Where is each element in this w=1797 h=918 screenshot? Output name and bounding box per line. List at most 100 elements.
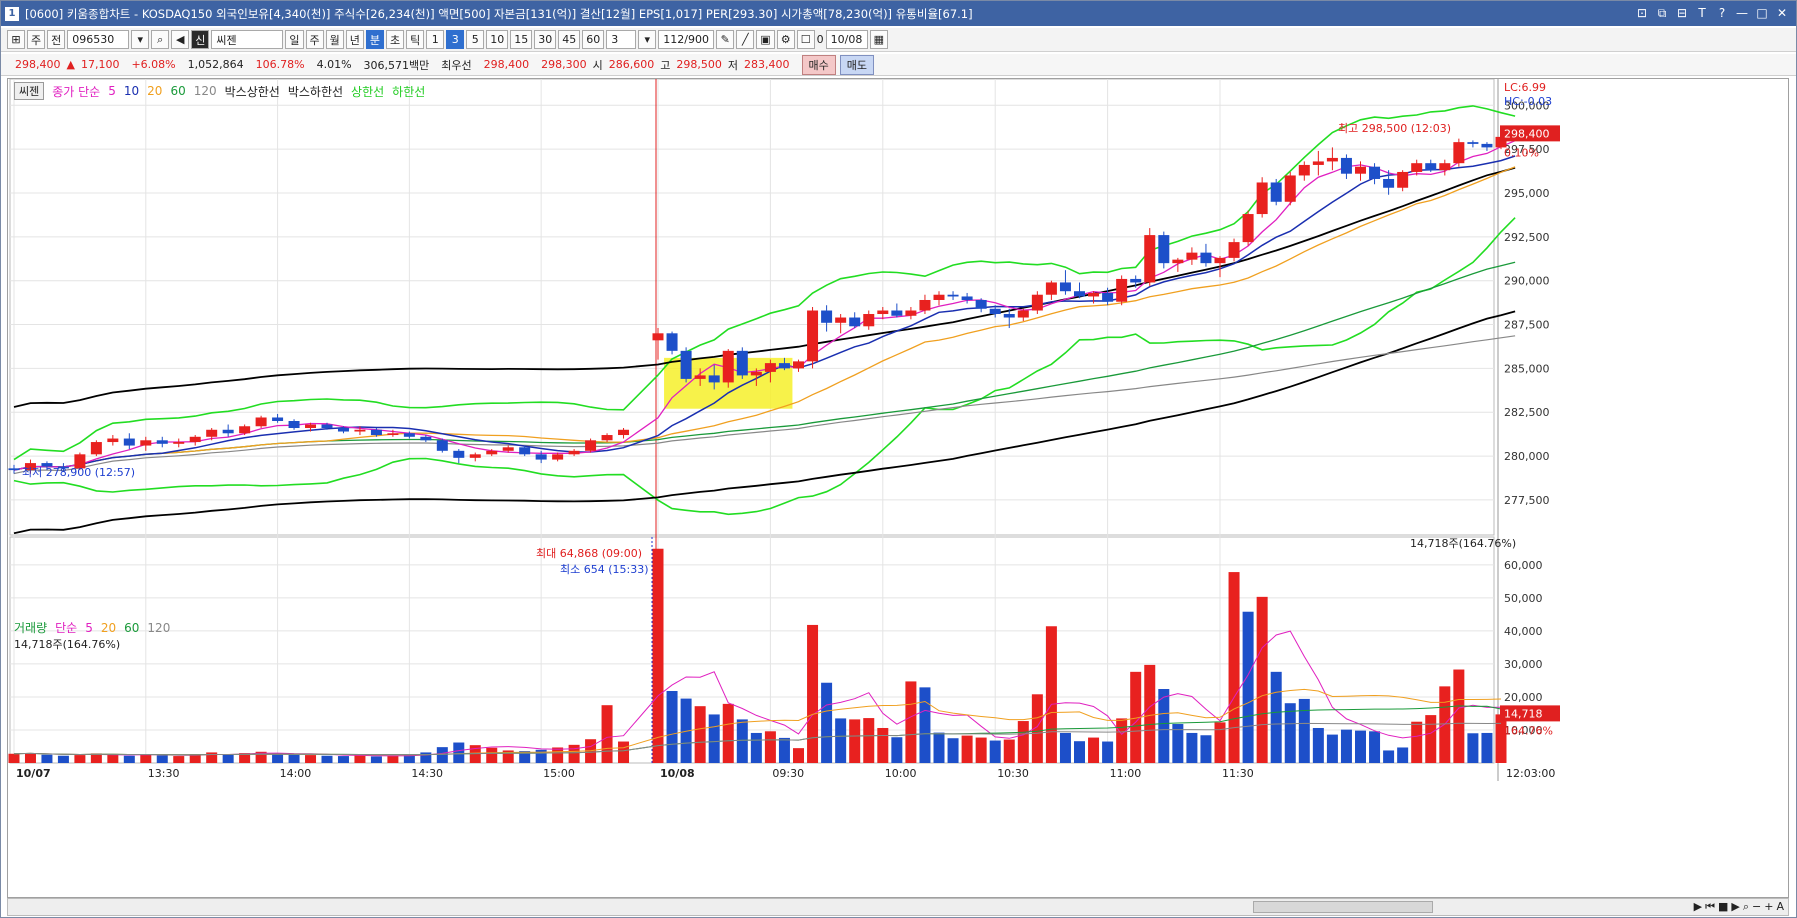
search-icon[interactable]: ⌕ — [151, 30, 170, 49]
open-label: 시 — [592, 58, 603, 72]
interval-60-button[interactable]: 60 — [582, 30, 605, 49]
volume-tick-label: 60,000 — [1504, 559, 1543, 572]
box-upper-label[interactable]: 박스상한선 — [225, 83, 280, 100]
interval-5-button[interactable]: 5 — [466, 30, 485, 49]
code-dropdown-icon[interactable]: ▾ — [131, 30, 150, 49]
period-month-button[interactable]: 월 — [325, 30, 344, 49]
interval-10-button[interactable]: 10 — [486, 30, 509, 49]
candle-body — [321, 424, 333, 429]
volume-bar — [1340, 729, 1352, 763]
period-year-button[interactable]: 년 — [345, 30, 364, 49]
close-button[interactable]: ✕ — [1774, 5, 1790, 21]
period-tick-button[interactable]: 틱 — [406, 30, 425, 49]
volume-bar — [387, 755, 399, 763]
help-icon[interactable]: ? — [1714, 5, 1730, 21]
period-day-button[interactable]: 일 — [285, 30, 304, 49]
volume-bar — [736, 719, 748, 763]
draw-icon[interactable]: ╱ — [736, 30, 755, 49]
link-icon[interactable]: ⊡ — [1634, 5, 1650, 21]
vol-ma-label[interactable]: 단순 — [55, 619, 77, 636]
split-icon[interactable]: ⊟ — [1674, 5, 1690, 21]
vol-ma120-label[interactable]: 120 — [147, 621, 170, 635]
vol-ma20-label[interactable]: 20 — [101, 621, 116, 635]
period-second-button[interactable]: 초 — [386, 30, 405, 49]
scroll-right-icon[interactable]: ▶ — [1694, 900, 1702, 914]
interval-1-button[interactable]: 1 — [426, 30, 445, 49]
box-lower-label[interactable]: 박스하한선 — [288, 83, 343, 100]
volume-bar — [1270, 671, 1282, 763]
copy-window-icon[interactable]: ⧉ — [1654, 5, 1670, 21]
rewind-icon[interactable]: ⏮ — [1705, 900, 1715, 914]
volume-bar — [173, 756, 185, 763]
sound-icon[interactable]: ◀ — [171, 30, 190, 49]
volume-label[interactable]: 거래량 — [14, 619, 47, 636]
volume-bar — [8, 753, 20, 763]
stock-name-field[interactable]: 씨젠 — [211, 30, 284, 49]
zoom-icon[interactable]: ⌕ — [1743, 900, 1749, 914]
minimize-button[interactable]: — — [1734, 5, 1750, 21]
volume-bar — [321, 755, 333, 763]
play-icon[interactable]: ▶ — [1731, 900, 1739, 914]
date-checkbox[interactable]: ☐ — [796, 30, 815, 49]
interval-30-button[interactable]: 30 — [534, 30, 557, 49]
count-dropdown-icon[interactable]: ▾ — [638, 30, 657, 49]
volume-bar — [1102, 741, 1114, 763]
lower-band-label[interactable]: 하한선 — [392, 83, 425, 100]
maximize-button[interactable]: □ — [1754, 5, 1770, 21]
vol-ma60-label[interactable]: 60 — [124, 621, 139, 635]
candle-body — [1200, 252, 1212, 264]
date-input[interactable]: 10/08 — [825, 30, 868, 49]
vol-ma5-label[interactable]: 5 — [85, 621, 93, 635]
calendar-icon[interactable]: ▦ — [869, 30, 889, 49]
ma120-label[interactable]: 120 — [194, 84, 217, 98]
interval-count-input[interactable]: 3 — [606, 30, 637, 49]
interval-3-button[interactable]: 3 — [446, 30, 465, 49]
ma-label[interactable]: 종가 단순 — [52, 83, 100, 100]
zoom-out-icon[interactable]: − — [1752, 900, 1761, 914]
chart-area[interactable]: 300,000 297,500 295,000 292,500 290,000 287,5… — [7, 78, 1789, 898]
high-price: 298,500 — [676, 58, 722, 71]
current-price: 298,400 — [15, 58, 61, 71]
time-tick-label: 15:00 — [543, 767, 575, 780]
ma60-label[interactable]: 60 — [170, 84, 185, 98]
title-bar[interactable]: 1 [0600] 키움종합차트 - KOSDAQ150 외국인보유[4,340(… — [1, 1, 1796, 26]
candle-body — [961, 296, 973, 300]
font-size-icon[interactable]: A — [1776, 900, 1784, 914]
time-tick-label: 13:30 — [148, 767, 180, 780]
interval-45-button[interactable]: 45 — [558, 30, 581, 49]
period-week-button[interactable]: 주 — [305, 30, 324, 49]
candle-body — [736, 350, 748, 376]
volume-bar — [74, 755, 86, 763]
stock-code-input[interactable]: 096530 — [67, 30, 130, 49]
sell-button[interactable]: 매도 — [839, 54, 875, 75]
ma5-label[interactable]: 5 — [108, 84, 116, 98]
ma10-label[interactable]: 10 — [124, 84, 139, 98]
trade-amount: 306,571백만 — [363, 58, 430, 72]
horizontal-scrollbar[interactable]: ▶ ⏮ ■ ▶ ⌕ − + A — [7, 898, 1789, 916]
period-minute-button[interactable]: 분 — [365, 30, 384, 49]
buy-button[interactable]: 매수 — [801, 54, 836, 75]
save-icon[interactable]: ▣ — [756, 30, 775, 49]
all-select[interactable]: 전 — [47, 30, 66, 49]
stop-icon[interactable]: ■ — [1718, 900, 1728, 914]
font-icon[interactable]: T — [1694, 5, 1710, 21]
market-select[interactable]: 주 — [27, 30, 46, 49]
layout-icon[interactable]: ⊞ — [7, 30, 25, 49]
upper-band-label[interactable]: 상한선 — [351, 83, 384, 100]
tools-icon[interactable]: ✎ — [716, 30, 735, 49]
app-number-icon[interactable]: 1 — [5, 6, 19, 21]
volume-bar — [453, 742, 465, 763]
volume-bar — [933, 732, 945, 763]
stock-flag-icon[interactable]: 신 — [191, 30, 210, 49]
candle-body — [453, 450, 465, 458]
scroll-thumb[interactable] — [1253, 901, 1433, 913]
ma20-label[interactable]: 20 — [147, 84, 162, 98]
volume-bar — [919, 687, 931, 763]
zoom-in-icon[interactable]: + — [1764, 900, 1773, 914]
range-field[interactable]: 112/900 — [658, 30, 715, 49]
volume-bar — [905, 681, 917, 763]
settings-icon[interactable]: ⚙ — [776, 30, 795, 49]
price-volume-chart[interactable]: 300,000297,500295,000292,500290,000287,5… — [8, 78, 1790, 899]
stock-chip[interactable]: 씨젠 — [14, 82, 45, 100]
interval-15-button[interactable]: 15 — [510, 30, 533, 49]
